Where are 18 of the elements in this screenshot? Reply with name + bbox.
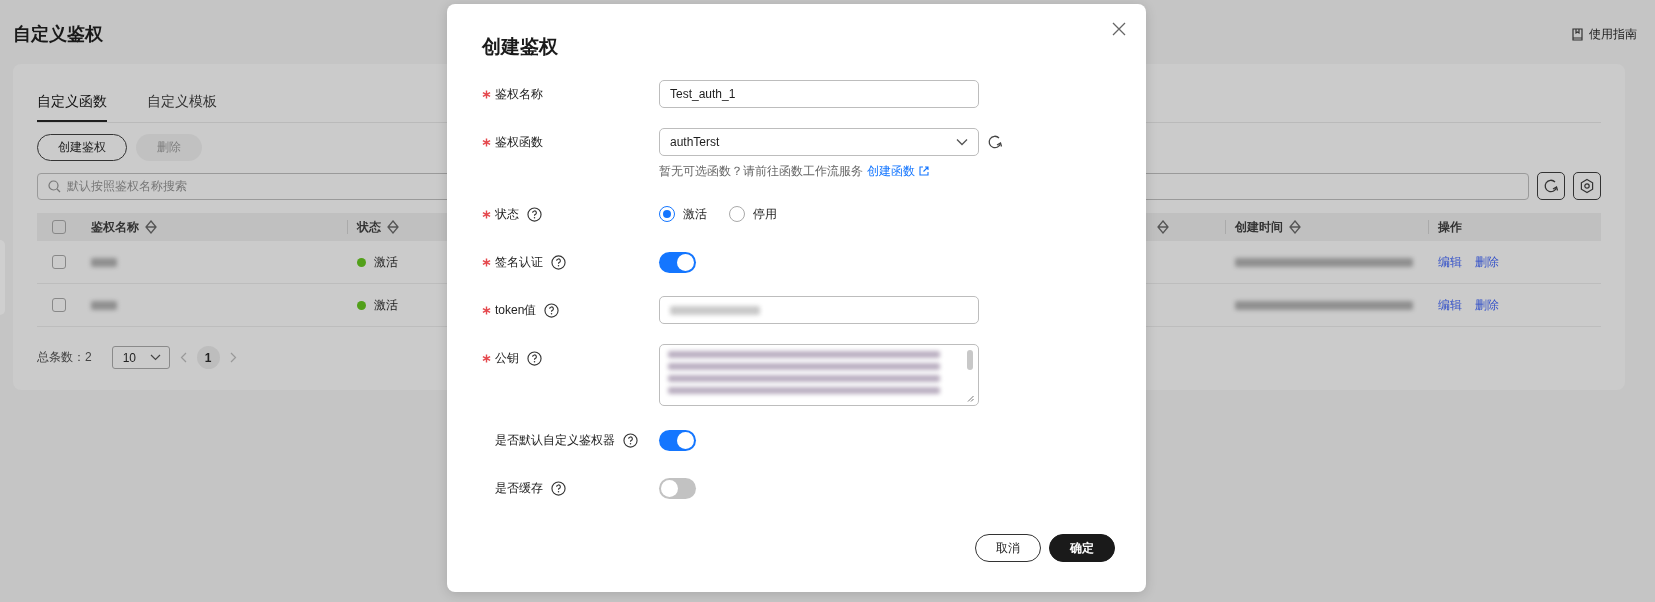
field-label: 签名认证: [495, 253, 543, 271]
total-count: 总条数：2: [37, 349, 92, 366]
page-title: 自定义鉴权: [13, 23, 103, 46]
field-label: 鉴权函数: [495, 133, 543, 151]
column-header: 状态: [357, 218, 381, 236]
dialog-title: 创建鉴权: [482, 35, 559, 59]
field-label: 状态: [495, 205, 519, 223]
field-label: 是否默认自定义鉴权器: [495, 431, 615, 449]
field-label: token值: [495, 301, 537, 319]
hint-text: 暂无可选函数？请前往函数工作流服务 创建函数: [659, 162, 1003, 180]
status-text: 激活: [374, 253, 398, 271]
field-label: 是否缓存: [495, 479, 543, 497]
column-header: 操作: [1438, 218, 1462, 236]
column-header: 鉴权名称: [91, 218, 139, 236]
field-label: 公钥: [495, 349, 519, 367]
field-label: 鉴权名称: [495, 85, 543, 103]
column-header: 创建时间: [1235, 218, 1283, 236]
status-text: 激活: [374, 296, 398, 314]
